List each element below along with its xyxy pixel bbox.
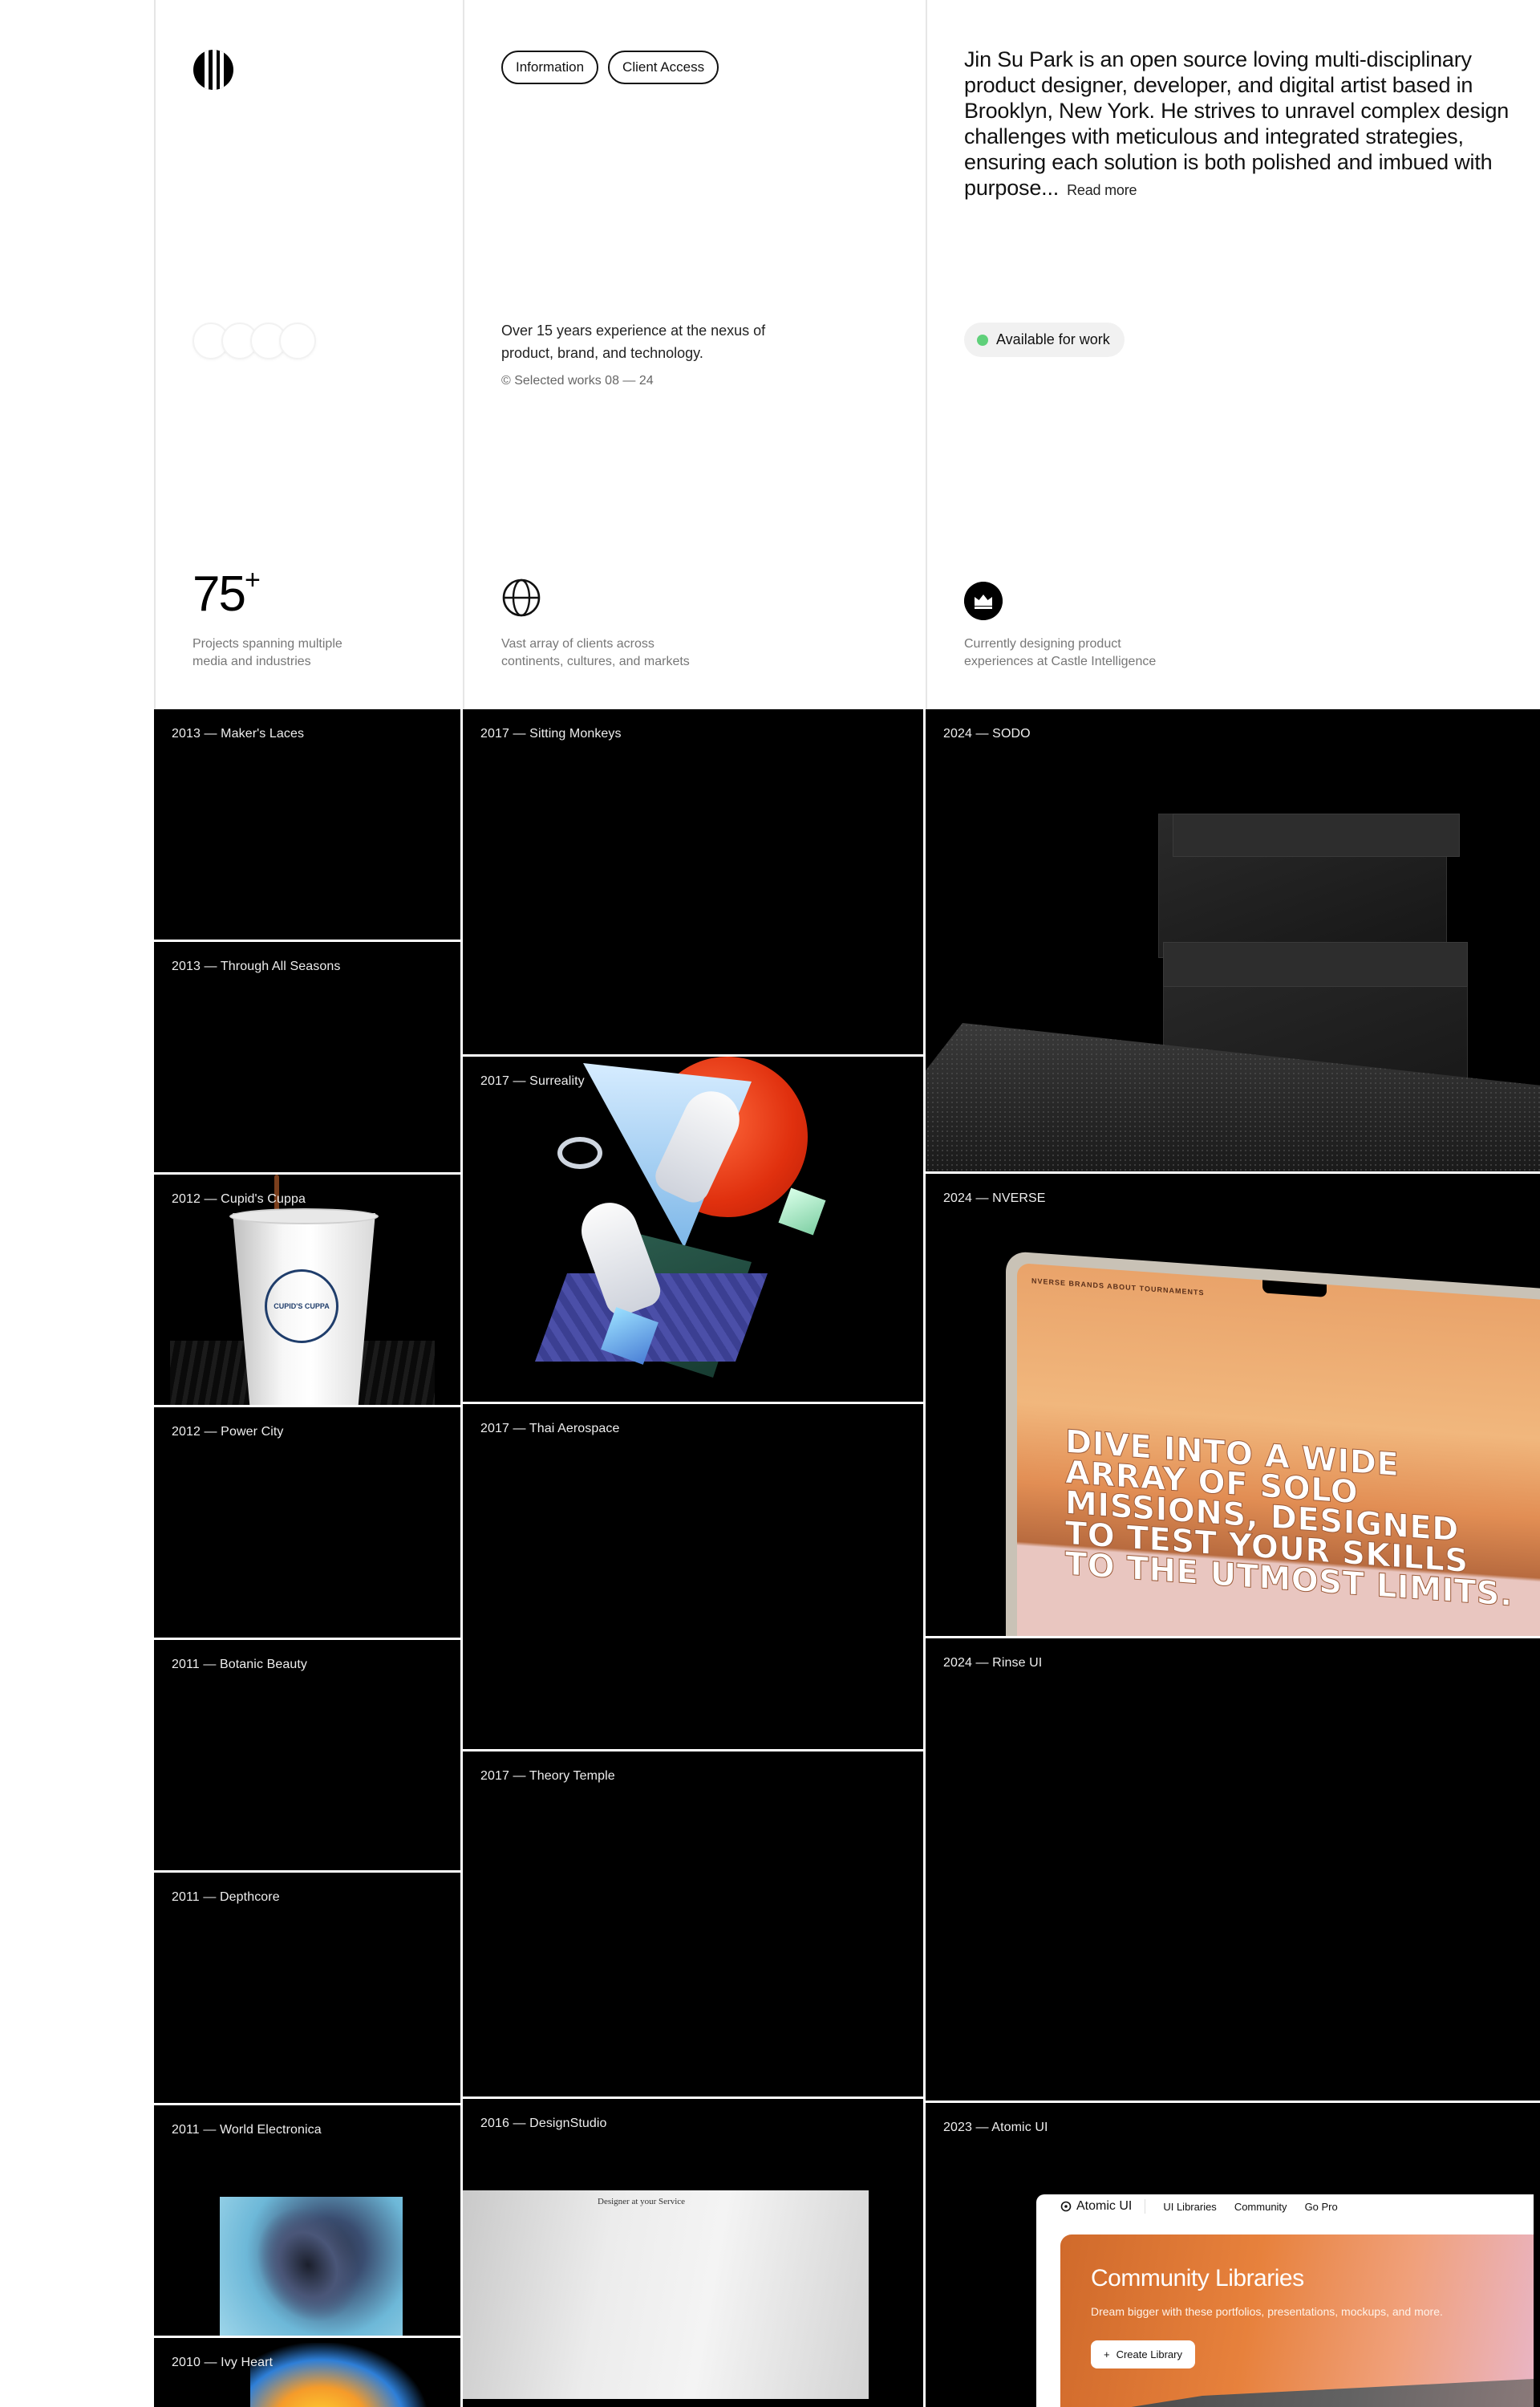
works-grid: 2013 — Maker's Laces 2013 — Through All … [154,709,1540,2407]
work-tile-cupids-cuppa[interactable]: CUPID'S CUPPA 2012 — Cupid's Cuppa [154,1175,460,1405]
world-electronica-artwork [220,2197,403,2336]
atomic-ui-screenshot: Atomic UI UI Libraries Community Go Pro … [1036,2194,1534,2407]
atomic-nav-ui-libraries: UI Libraries [1163,2200,1217,2213]
surreality-cube-image [778,1187,826,1236]
work-title: 2023 — Atomic UI [943,2121,1048,2134]
availability-text: Available for work [996,331,1110,347]
employer-caption: Currently designing product experiences … [964,637,1157,668]
work-title: 2010 — Ivy Heart [172,2356,274,2369]
work-title: 2024 — SODO [943,727,1031,741]
experience-text: Over 15 years experience at the nexus of… [501,323,766,361]
globe-icon [502,578,541,617]
work-tile-sodo[interactable]: 2024 — SODO [926,709,1540,1171]
atomic-nav-community: Community [1234,2200,1287,2213]
atomic-hero-shape [1060,2379,1534,2407]
work-tile-surreality[interactable]: 2017 — Surreality [463,1057,923,1402]
work-tile-ivy-heart[interactable]: 2010 — Ivy Heart [154,2338,460,2407]
client-access-button[interactable]: Client Access [608,51,719,84]
plus-icon: + [1104,2348,1110,2360]
top-nav: Information Client Access [501,51,719,84]
work-tile-thai-aerospace[interactable]: 2017 — Thai Aerospace [463,1404,923,1749]
work-tile-power-city[interactable]: 2012 — Power City [154,1407,460,1638]
work-title: 2011 — World Electronica [172,2123,322,2137]
nverse-headline: DIVE INTO A WIDE ARRAY OF SOLO MISSIONS,… [1065,1423,1514,1614]
work-title: 2011 — Botanic Beauty [172,1658,308,1671]
atomic-brand: Atomic UI [1060,2199,1146,2214]
crown-badge-icon [964,582,1003,620]
work-title: 2011 — Depthcore [172,1890,280,1904]
shirt-print-text: Designer at your Service [598,2197,686,2206]
nverse-laptop-image: NVERSE BRANDS ABOUT TOURNAMENTS DIVE INT… [1006,1251,1540,1636]
atomic-title: Community Libraries [1091,2265,1304,2291]
surreality-ring-image [557,1137,602,1169]
work-tile-nverse[interactable]: NVERSE BRANDS ABOUT TOURNAMENTS DIVE INT… [926,1174,1540,1636]
work-title: 2017 — Sitting Monkeys [480,727,622,741]
atomic-subtitle: Dream bigger with these portfolios, pres… [1091,2305,1443,2318]
work-title: 2017 — Thai Aerospace [480,1422,620,1435]
ivy-heart-artwork [250,2343,427,2407]
status-dot-icon [977,334,988,346]
work-title: 2017 — Surreality [480,1074,585,1088]
work-title: 2017 — Theory Temple [480,1769,615,1783]
work-tile-rinse-ui[interactable]: 2024 — Rinse UI [926,1638,1540,2101]
work-title: 2016 — DesignStudio [480,2117,607,2130]
clients-caption: Vast array of clients across continents,… [501,637,690,668]
bio-text: Jin Su Park is an open source loving mul… [964,47,1518,203]
work-tile-botanic-beauty[interactable]: 2011 — Botanic Beauty [154,1640,460,1870]
atomic-brand-text: Atomic UI [1076,2199,1133,2213]
projects-count-value: 75 [192,566,246,622]
work-tile-sitting-monkeys[interactable]: 2017 — Sitting Monkeys [463,709,923,1054]
information-button[interactable]: Information [501,51,599,84]
intro-column-3: Jin Su Park is an open source loving mul… [926,0,1540,709]
read-more-link[interactable]: Read more [1067,182,1137,198]
work-title: 2013 — Maker's Laces [172,727,305,741]
selected-works-text: © Selected works 08 — 24 [501,374,654,388]
work-tile-makers-laces[interactable]: 2013 — Maker's Laces [154,709,460,940]
intro-section: 75+ Projects spanning multiple media and… [154,0,1540,709]
nverse-nav-text: NVERSE BRANDS ABOUT TOURNAMENTS [1031,1277,1205,1297]
work-title: 2013 — Through All Seasons [172,960,341,973]
work-tile-through-all-seasons[interactable]: 2013 — Through All Seasons [154,942,460,1172]
intro-column-2: Information Client Access Over 15 years … [463,0,926,709]
work-tile-designstudio[interactable]: Designer at your Service 2016 — DesignSt… [463,2099,923,2407]
sodo-lid-image [1163,942,1468,987]
atomic-nav-go-pro: Go Pro [1304,2200,1338,2213]
work-title: 2024 — NVERSE [943,1191,1046,1205]
projects-caption: Projects spanning multiple media and ind… [192,637,342,668]
work-tile-depthcore[interactable]: 2011 — Depthcore [154,1873,460,2103]
avatar [279,323,316,359]
work-title: 2024 — Rinse UI [943,1656,1043,1670]
work-tile-atomic-ui[interactable]: Atomic UI UI Libraries Community Go Pro … [926,2103,1540,2407]
work-tile-world-electronica[interactable]: 2011 — World Electronica [154,2105,460,2336]
logo-icon[interactable] [193,50,233,90]
atomic-hero: Community Libraries Dream bigger with th… [1060,2234,1534,2407]
atomic-button-label: Create Library [1116,2348,1182,2360]
availability-badge: Available for work [964,323,1125,357]
work-title: 2012 — Power City [172,1425,284,1439]
projects-count-suffix: + [244,565,261,595]
atomic-logo-icon [1060,2201,1072,2212]
cuppa-seal-icon: CUPID'S CUPPA [265,1269,338,1343]
projects-count: 75+ [192,566,261,619]
sodo-lid-image [1173,814,1460,857]
designstudio-shirt-image: Designer at your Service [463,2190,869,2399]
nverse-laptop-screen: NVERSE BRANDS ABOUT TOURNAMENTS DIVE INT… [1017,1262,1540,1636]
client-avatars [192,323,337,359]
work-title: 2012 — Cupid's Cuppa [172,1192,306,1206]
cuppa-cup-rim [229,1208,379,1224]
work-tile-theory-temple[interactable]: 2017 — Theory Temple [463,1751,923,2096]
left-gutter [0,0,154,2407]
intro-column-1: 75+ Projects spanning multiple media and… [154,0,463,709]
bio-body: Jin Su Park is an open source loving mul… [964,47,1510,200]
atomic-create-library-button: + Create Library [1091,2340,1195,2368]
atomic-nav: Atomic UI UI Libraries Community Go Pro [1060,2199,1338,2214]
